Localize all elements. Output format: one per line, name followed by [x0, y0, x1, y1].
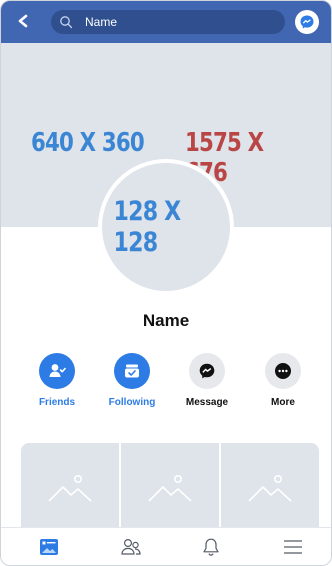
search-bar[interactable]: [51, 10, 285, 34]
nav-menu[interactable]: [280, 536, 306, 558]
more-label: More: [271, 397, 295, 408]
more-button[interactable]: More: [245, 353, 321, 408]
messenger-icon: [189, 353, 225, 389]
image-placeholder-icon: [48, 475, 92, 502]
bottom-nav: [1, 527, 331, 565]
photo-thumbnail[interactable]: [121, 443, 219, 533]
following-icon: [114, 353, 150, 389]
following-label: Following: [108, 397, 156, 408]
menu-icon: [284, 540, 302, 554]
image-placeholder-icon: [148, 475, 192, 502]
friends-icon: [39, 353, 75, 389]
search-input[interactable]: [83, 14, 267, 30]
profile-name: Name: [142, 311, 190, 330]
chevron-left-icon: [18, 14, 28, 28]
nav-feed[interactable]: [36, 536, 62, 558]
friends-label: Friends: [38, 397, 76, 408]
friends-outline-icon: [121, 538, 141, 555]
more-icon: [265, 353, 301, 389]
image-placeholder-icon: [248, 475, 292, 502]
avatar-size-label: 128 X 128: [113, 196, 182, 258]
nav-notifications[interactable]: [198, 536, 224, 558]
feed-icon: [40, 539, 58, 555]
profile-actions: Friends Following Message More: [1, 353, 331, 413]
message-button[interactable]: Message: [169, 353, 245, 408]
profile-avatar[interactable]: 128 X 128: [98, 159, 234, 295]
messenger-button[interactable]: [295, 10, 319, 34]
profile-screen: 640 X 360 1575 X 676 128 X 128 Name Frie…: [0, 0, 332, 566]
following-button[interactable]: Following: [94, 353, 170, 408]
nav-friends[interactable]: [118, 536, 144, 558]
bell-icon: [203, 538, 219, 556]
cover-size-label: 640 X 360: [31, 128, 145, 158]
message-label: Message: [185, 397, 229, 408]
photo-thumbnail[interactable]: [221, 443, 319, 533]
photo-thumbnail[interactable]: [21, 443, 119, 533]
search-icon: [59, 13, 77, 31]
photo-grid: [21, 443, 319, 533]
friends-button[interactable]: Friends: [19, 353, 95, 408]
messenger-icon: [300, 15, 314, 29]
back-button[interactable]: [11, 9, 35, 33]
top-bar: [1, 1, 331, 43]
